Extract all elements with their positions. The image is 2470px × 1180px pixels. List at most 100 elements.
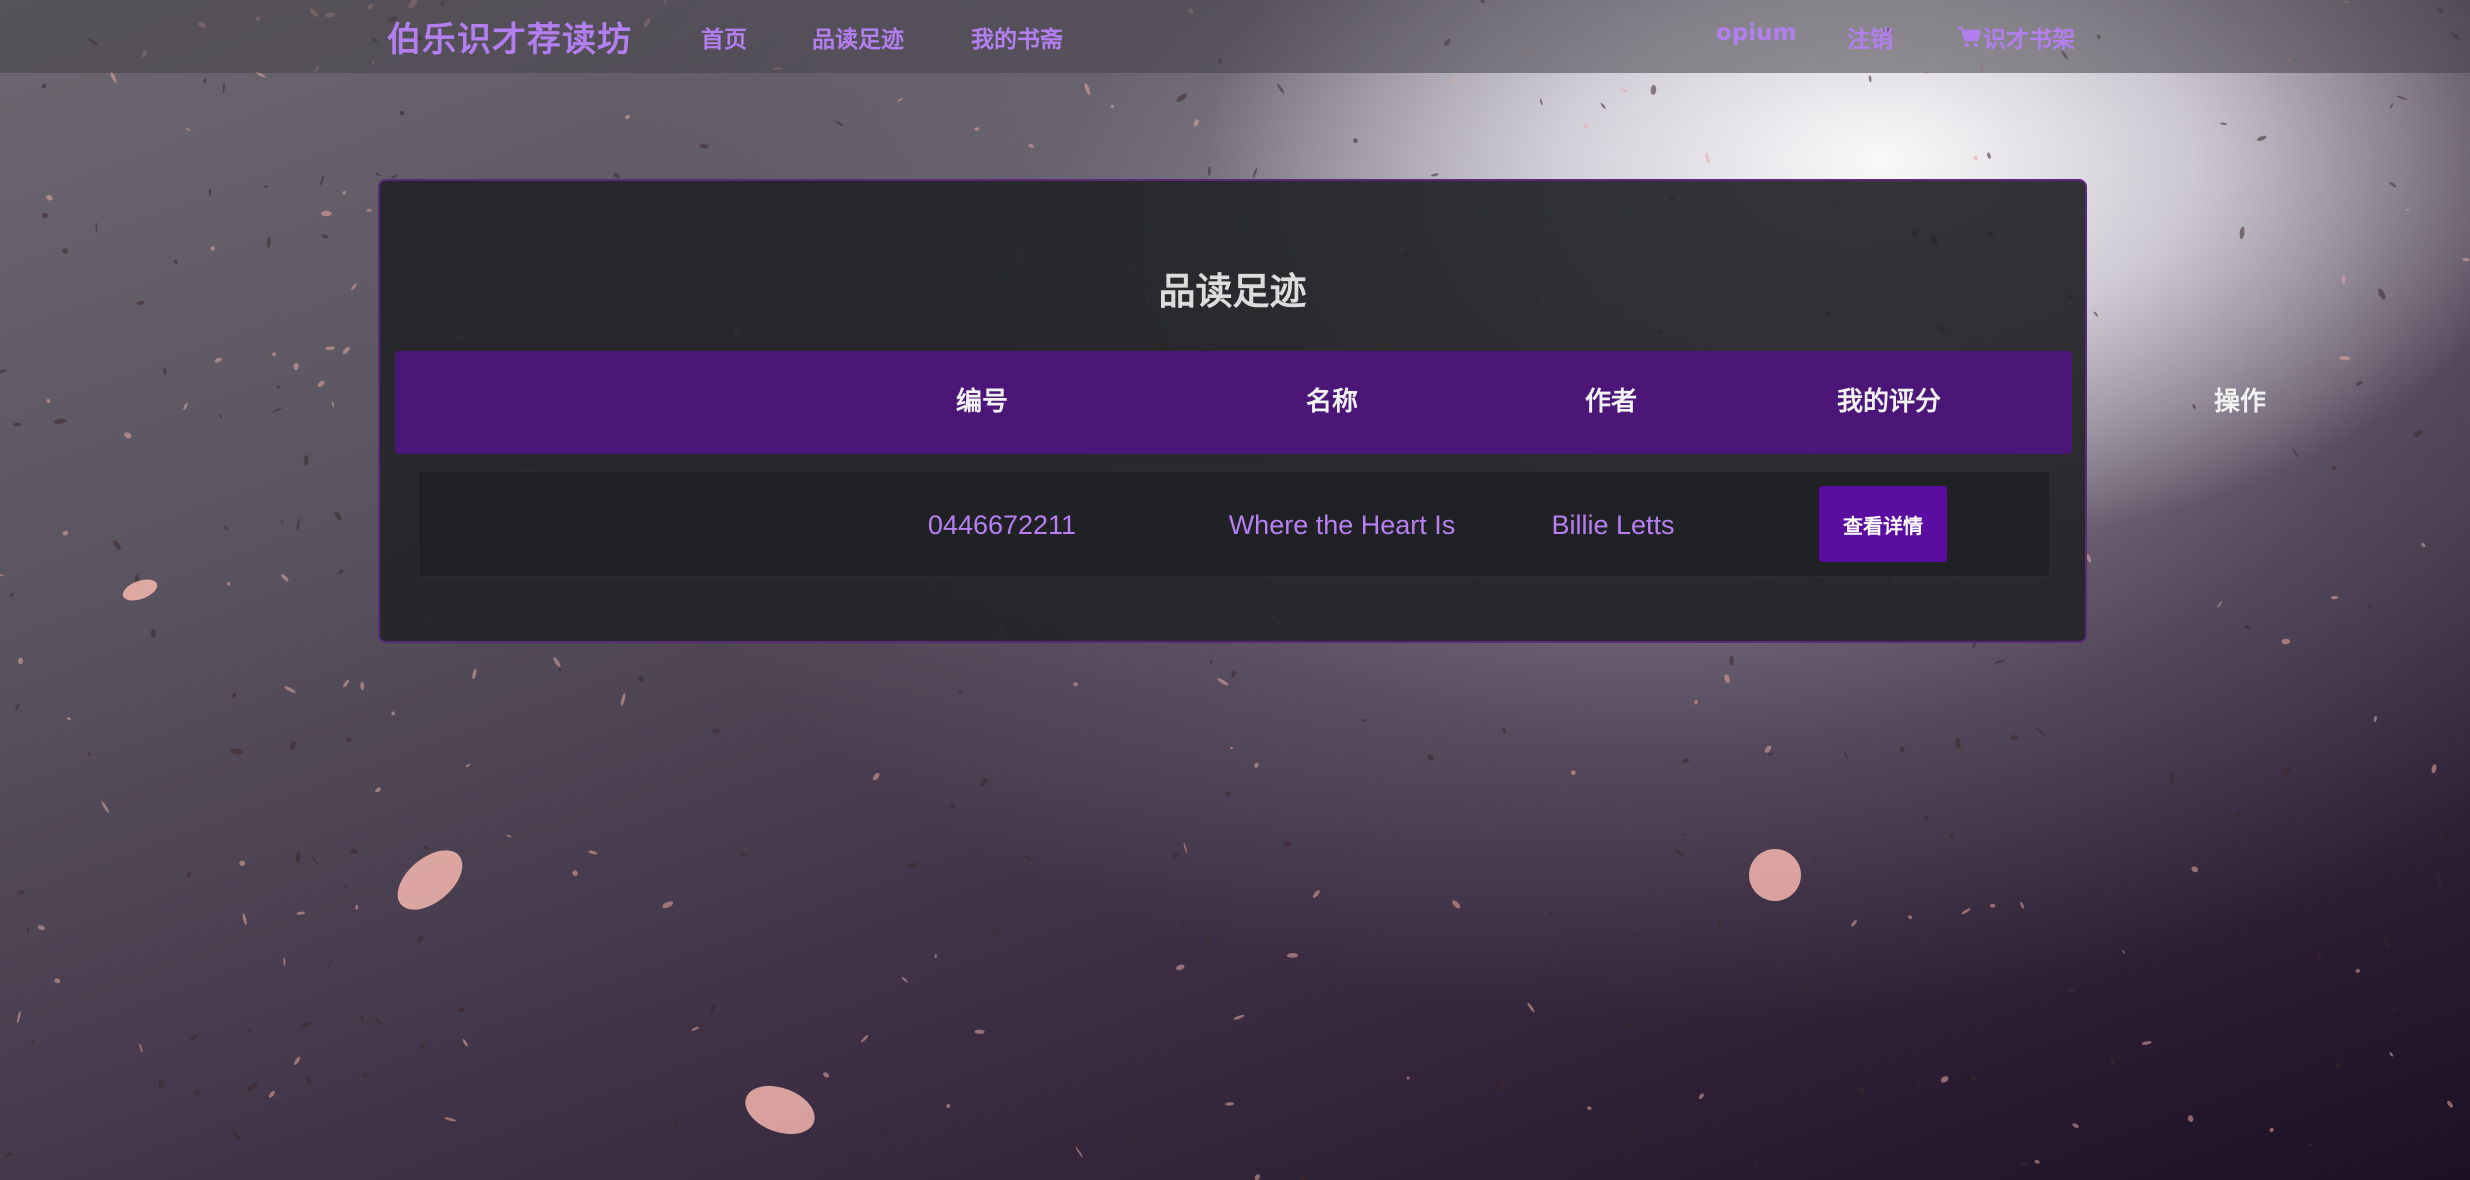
petal-speck [1204, 937, 1213, 941]
petal-speck [1492, 1047, 1498, 1051]
petal-speck [14, 702, 20, 711]
petal-speck [360, 681, 365, 691]
petal-speck [885, 1126, 891, 1134]
petal-speck [1286, 952, 1299, 958]
petal-speck [53, 418, 67, 424]
petal-speck [31, 1038, 35, 1047]
petal-speck [2405, 208, 2410, 211]
nav-bookshelf-link[interactable]: 识才书架 [1957, 20, 2075, 54]
petal-speck [1955, 737, 1961, 750]
petal-speck [222, 82, 225, 94]
petal-speck [1361, 718, 1368, 722]
cell-book-name[interactable]: Where the Heart Is [1229, 472, 1456, 578]
petal-speck [1858, 1088, 1866, 1094]
nav-logout-link[interactable]: 注销 [1847, 20, 1893, 54]
petal-speck [462, 1039, 468, 1047]
petal-speck [2220, 122, 2227, 125]
petal-speck [2389, 181, 2397, 188]
petal-speck [1570, 770, 1576, 776]
petal-speck [2355, 381, 2363, 386]
nav-link-my-study[interactable]: 我的书斋 [971, 20, 1063, 54]
petal-speck [1502, 727, 1506, 735]
petal-speck [9, 592, 15, 598]
petal-speck [2093, 311, 2099, 317]
petal-speck [355, 904, 359, 910]
petal-speck [711, 729, 720, 733]
petal-speck [740, 852, 746, 858]
petal-speck [1231, 670, 1236, 678]
petal-speck [280, 520, 284, 524]
petal-speck [334, 511, 342, 521]
petal-speck [1172, 852, 1178, 859]
petal-speck [1620, 88, 1628, 93]
petal-speck [872, 772, 880, 781]
petal-speck [2018, 1163, 2030, 1167]
petal-speck [2421, 542, 2426, 548]
petal-speck [2396, 95, 2408, 101]
petal-speck [366, 208, 372, 212]
petal-speck [1207, 166, 1211, 176]
petal-speck [1801, 988, 1806, 993]
petal-speck [2338, 356, 2351, 361]
petal-speck [2373, 715, 2377, 723]
petal-speck [321, 234, 329, 239]
petal-speck [2010, 734, 2018, 741]
petal-speck [1718, 917, 1722, 929]
cell-author: Billie Letts [1551, 510, 1675, 540]
petal-speck [691, 1026, 699, 1031]
petal-speck [456, 1007, 465, 1012]
petal-speck [2439, 830, 2446, 840]
petal-speck [950, 803, 955, 809]
petal-speck [264, 185, 269, 188]
petal-speck [1209, 659, 1213, 664]
petal-speck [95, 221, 98, 234]
petal-speck [1628, 1129, 1638, 1137]
petal-speck [136, 301, 145, 305]
petal-speck [242, 913, 247, 926]
petal-speck [343, 679, 350, 688]
petal-speck [1973, 155, 1979, 161]
petal-speck [1674, 848, 1684, 857]
petal-speck [2141, 1041, 2152, 1045]
petal-speck [351, 283, 357, 291]
petal-speck [289, 741, 296, 750]
petal-speck [2335, 1062, 2342, 1068]
petal-speck [2192, 404, 2196, 409]
petal-speck [134, 574, 140, 586]
petal-speck [1254, 1174, 1261, 1180]
petal-speck [1843, 751, 1849, 760]
petal-speck [1024, 855, 1031, 861]
petal-speck [1698, 1093, 1704, 1100]
petal-speck [2239, 226, 2245, 239]
petal-speck [2306, 1143, 2314, 1147]
petal-speck [2169, 772, 2174, 784]
view-details-button[interactable]: 查看详情 [1819, 486, 1947, 562]
nav-link-home[interactable]: 首页 [701, 20, 747, 54]
petal-speck [1600, 102, 1606, 110]
petal-speck [219, 414, 223, 418]
petal-speck [296, 911, 306, 915]
brand-logo[interactable]: 伯乐识才荐读坊 [387, 12, 632, 61]
petal-speck [41, 83, 47, 89]
petal-large [122, 579, 158, 601]
petal-speck [980, 778, 988, 787]
petal-speck [37, 925, 45, 931]
petal-speck [2462, 257, 2470, 262]
petal-speck [1075, 1146, 1083, 1158]
nav-username[interactable]: opium [1716, 20, 1797, 46]
petal-speck [1682, 832, 1685, 837]
petal-speck [283, 957, 286, 967]
nav-bookshelf-label: 识才书架 [1983, 27, 2075, 53]
petal-speck [62, 248, 69, 254]
petal-speck [1193, 119, 1199, 127]
petal-speck [2122, 950, 2125, 954]
petal-speck [2378, 288, 2386, 300]
petal-speck [1225, 1102, 1235, 1106]
petal-speck [2110, 1057, 2116, 1066]
petal-speck [46, 399, 51, 404]
petal-speck [306, 1077, 312, 1085]
petal-speck [1155, 1109, 1166, 1117]
petal-speck [2437, 874, 2442, 887]
nav-link-reading-footprint[interactable]: 品读足迹 [812, 20, 904, 54]
petal-speck [1134, 1090, 1137, 1100]
